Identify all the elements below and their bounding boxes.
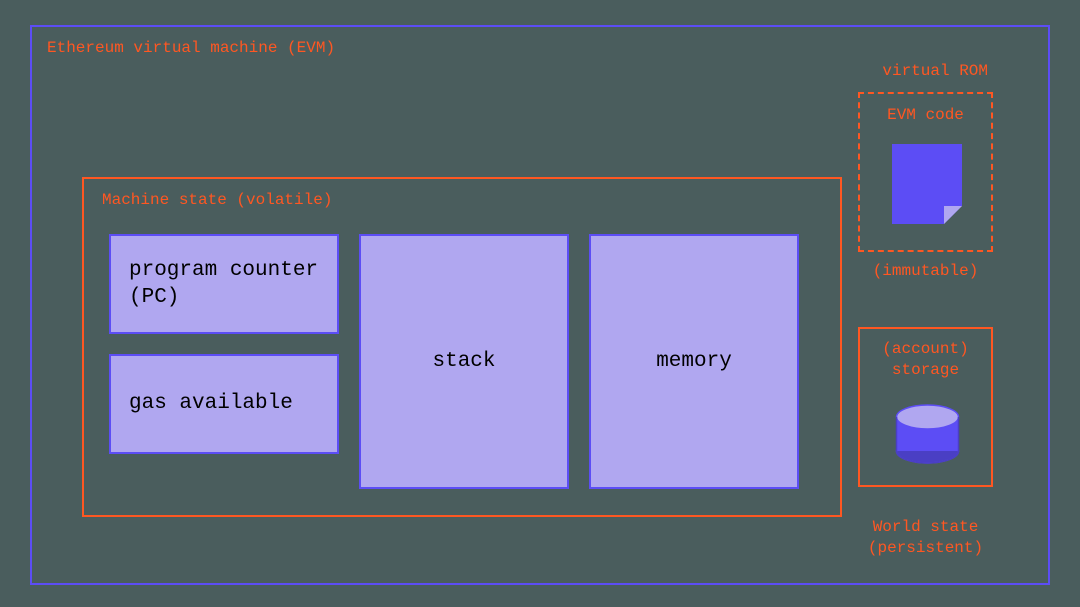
gas-available-label: gas available <box>129 390 293 417</box>
evm-container: Ethereum virtual machine (EVM) Machine s… <box>30 25 1050 585</box>
immutable-label: (immutable) <box>858 262 993 280</box>
document-icon <box>892 144 962 224</box>
stack-box: stack <box>359 234 569 489</box>
virtual-rom-label: virtual ROM <box>882 62 988 80</box>
account-storage-label: (account) storage <box>860 339 991 381</box>
machine-state-container: Machine state (volatile) program counter… <box>82 177 842 517</box>
account-storage-container: (account) storage <box>858 327 993 487</box>
memory-box: memory <box>589 234 799 489</box>
machine-state-title: Machine state (volatile) <box>102 191 332 209</box>
virtual-rom-container: EVM code <box>858 92 993 252</box>
evm-title: Ethereum virtual machine (EVM) <box>47 39 335 57</box>
memory-label: memory <box>656 348 732 375</box>
database-cylinder-icon <box>895 404 960 464</box>
world-state-label: World state (persistent) <box>858 517 993 559</box>
stack-label: stack <box>432 348 495 375</box>
program-counter-label: program counter (PC) <box>129 257 319 312</box>
gas-available-box: gas available <box>109 354 339 454</box>
program-counter-box: program counter (PC) <box>109 234 339 334</box>
evm-code-label: EVM code <box>860 106 991 124</box>
